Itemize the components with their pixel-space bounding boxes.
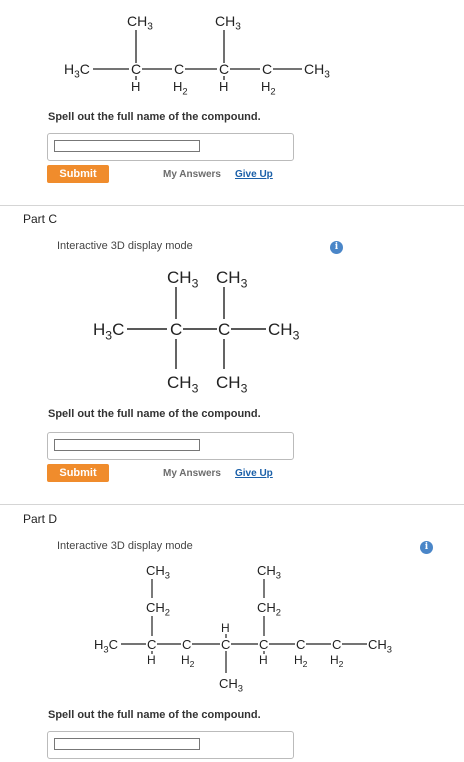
label-h2: H2 (181, 653, 195, 669)
label-carbon: C (259, 637, 268, 652)
label-carbon: C (131, 61, 141, 77)
answer-box (47, 432, 294, 460)
label-hydrogen: H (259, 653, 268, 667)
info-icon[interactable]: i (420, 541, 433, 554)
label-carbon: C (174, 61, 184, 77)
structure-diagram-part-d: CH3 CH2 CH3 CH2 H H3C C C C C C C CH3 H … (94, 563, 392, 693)
section-divider (0, 504, 464, 505)
answer-box (47, 133, 294, 161)
label-h3c: H3C (94, 637, 118, 654)
display-mode-label[interactable]: Interactive 3D display mode (57, 240, 193, 252)
my-answers-link[interactable]: My Answers (163, 169, 221, 180)
label-hydrogen: H (221, 621, 230, 635)
label-ch3: CH3 (216, 268, 248, 290)
label-hydrogen: H (131, 79, 140, 94)
label-h2: H2 (330, 653, 344, 669)
my-answers-link[interactable]: My Answers (163, 468, 221, 479)
structure-diagram-part-c: CH3 CH3 H3C C C CH3 CH3 CH3 (93, 268, 300, 395)
label-carbon: C (332, 637, 341, 652)
question-prompt: Spell out the full name of the compound. (48, 709, 261, 721)
part-title: Part D (23, 512, 58, 526)
label-carbon: C (182, 637, 191, 652)
label-h2: H2 (294, 653, 308, 669)
answer-input[interactable] (54, 738, 200, 750)
label-carbon: C (170, 320, 182, 339)
question-prompt: Spell out the full name of the compound. (48, 111, 261, 123)
label-h3c: H3C (64, 61, 90, 81)
label-ch3: CH3 (215, 13, 241, 33)
part-title: Part C (23, 212, 58, 226)
label-carbon: C (221, 637, 230, 652)
give-up-link[interactable]: Give Up (235, 468, 273, 479)
label-hydrogen: H (219, 79, 228, 94)
structure-diagram-part-b: CH3 CH3 H3C C C C C CH3 H H2 H H2 (64, 13, 330, 96)
label-ch3: CH3 (304, 61, 330, 81)
label-carbon: C (219, 61, 229, 77)
label-h3c: H3C (93, 320, 124, 342)
label-h2: H2 (261, 79, 276, 96)
label-ch3: CH3 (268, 320, 300, 342)
label-ch3: CH3 (368, 637, 392, 654)
section-divider (0, 205, 464, 206)
label-ch3: CH3 (167, 373, 199, 395)
label-ch3: CH3 (219, 676, 243, 693)
question-prompt: Spell out the full name of the compound. (48, 408, 261, 420)
answer-input[interactable] (54, 140, 200, 152)
submit-button[interactable]: Submit (47, 464, 109, 482)
label-ch3: CH3 (127, 13, 153, 33)
label-ch3: CH3 (257, 563, 281, 580)
label-carbon: C (147, 637, 156, 652)
label-ch3: CH3 (167, 268, 199, 290)
display-mode-label[interactable]: Interactive 3D display mode (57, 540, 193, 552)
answer-box (47, 731, 294, 759)
submit-button[interactable]: Submit (47, 165, 109, 183)
label-ch3: CH3 (216, 373, 248, 395)
label-ch3: CH3 (146, 563, 170, 580)
label-h2: H2 (173, 79, 188, 96)
info-icon[interactable]: i (330, 241, 343, 254)
label-carbon: C (296, 637, 305, 652)
answer-input[interactable] (54, 439, 200, 451)
label-ch2: CH2 (146, 600, 170, 617)
give-up-link[interactable]: Give Up (235, 169, 273, 180)
label-hydrogen: H (147, 653, 156, 667)
label-carbon: C (218, 320, 230, 339)
label-ch2: CH2 (257, 600, 281, 617)
label-carbon: C (262, 61, 272, 77)
